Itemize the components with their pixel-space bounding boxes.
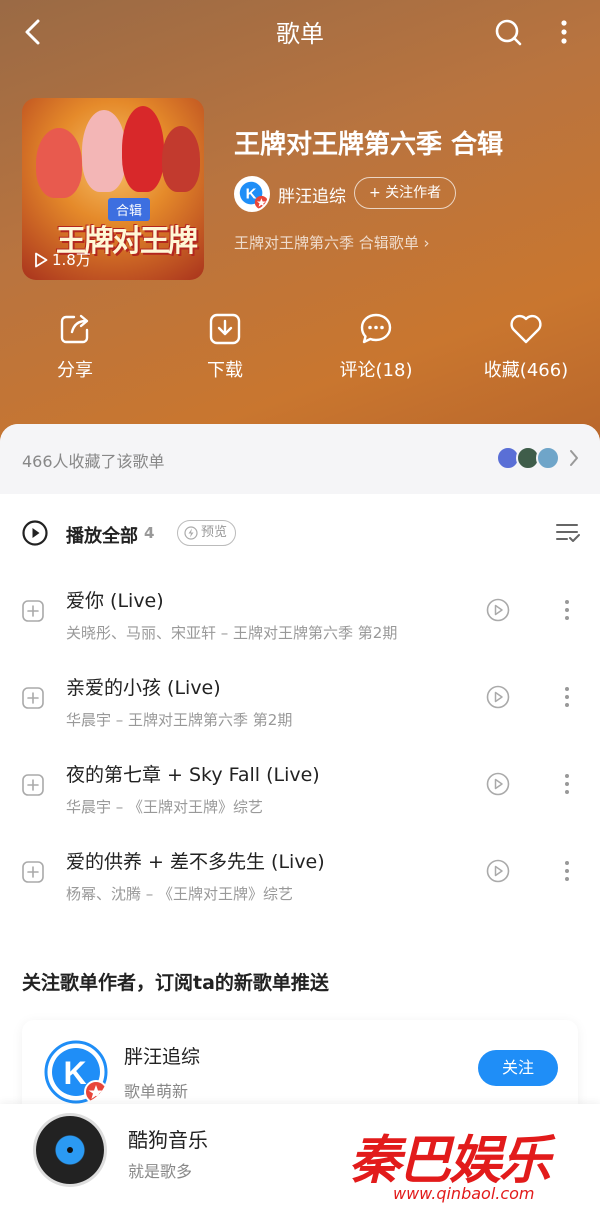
favorites-text: 466人收藏了该歌单 xyxy=(22,452,165,471)
play-mv-icon[interactable] xyxy=(486,598,510,622)
preview-button[interactable]: 预览 xyxy=(177,520,237,546)
play-mv-icon[interactable] xyxy=(486,772,510,796)
watermark-url: www.qinbaol.com xyxy=(393,1184,535,1203)
avatar xyxy=(536,446,560,470)
song-meta: 杨幂、沈腾 – 《王牌对王牌》综艺 xyxy=(66,885,294,903)
action-bar: 分享 下载 评论(18) 收藏(466) xyxy=(0,312,600,392)
song-title: 爱的供养 + 差不多先生 (Live) xyxy=(66,851,325,873)
play-mv-icon[interactable] xyxy=(486,859,510,883)
song-title: 爱你 (Live) xyxy=(66,590,164,612)
cover-figure xyxy=(162,126,200,192)
song-meta: 关晓彤、马丽、宋亚轩 – 王牌对王牌第六季 第2期 xyxy=(66,624,398,642)
download-icon xyxy=(209,313,241,345)
comment-label: 评论(18) xyxy=(339,360,413,381)
play-circle-icon[interactable] xyxy=(22,520,48,546)
album-disc[interactable] xyxy=(36,1116,104,1184)
svg-text:K: K xyxy=(246,186,257,203)
author-card-avatar[interactable]: K xyxy=(44,1040,108,1104)
playlist-cover[interactable]: 合辑 王牌对王牌 1.8万 xyxy=(22,98,204,280)
top-bar: 歌单 xyxy=(0,0,600,64)
cover-figure xyxy=(36,128,82,198)
share-button[interactable]: 分享 xyxy=(0,312,150,382)
follow-button[interactable]: 关注 xyxy=(478,1050,558,1086)
author-card-name: 胖汪追综 xyxy=(124,1046,201,1068)
favorite-button[interactable]: 收藏(466) xyxy=(451,312,600,382)
author-name[interactable]: 胖汪追综 xyxy=(278,182,346,207)
add-to-queue-icon[interactable] xyxy=(22,774,44,796)
song-row[interactable]: 爱的供养 + 差不多先生 (Live) 杨幂、沈腾 – 《王牌对王牌》综艺 xyxy=(0,833,600,913)
multi-select-list-icon[interactable] xyxy=(556,520,580,544)
watermark: 秦巴娱乐 www.qinbaol.com xyxy=(345,1118,600,1206)
author-avatar[interactable]: K xyxy=(234,176,270,212)
content-sheet: 466人收藏了该歌单 播放全部 4 预览 爱你 (Live) 关晓彤、马丽、宋亚… xyxy=(0,424,600,1206)
cover-figure xyxy=(122,106,164,192)
share-icon xyxy=(60,314,89,344)
share-label: 分享 xyxy=(57,360,93,381)
lightning-icon xyxy=(184,526,198,540)
download-label: 下载 xyxy=(207,360,243,381)
song-meta: 华晨宇 – 《王牌对王牌》综艺 xyxy=(66,798,264,816)
play-count-value: 1.8万 xyxy=(52,251,91,269)
playlist-source-link[interactable]: 王牌对王牌第六季 合辑歌单 › xyxy=(234,232,430,253)
favorites-row[interactable]: 466人收藏了该歌单 xyxy=(0,424,600,494)
preview-label: 预览 xyxy=(201,525,228,540)
more-options-icon[interactable] xyxy=(558,685,576,709)
more-vertical-icon[interactable] xyxy=(552,16,576,48)
favorite-label: 收藏(466) xyxy=(483,360,569,381)
song-row[interactable]: 夜的第七章 + Sky Fall (Live) 华晨宇 – 《王牌对王牌》综艺 xyxy=(0,746,600,826)
play-mv-icon[interactable] xyxy=(486,685,510,709)
author-card-desc: 歌单萌新 xyxy=(124,1082,189,1101)
add-to-queue-icon[interactable] xyxy=(22,861,44,883)
song-row[interactable]: 爱你 (Live) 关晓彤、马丽、宋亚轩 – 王牌对王牌第六季 第2期 xyxy=(0,572,600,652)
heart-icon xyxy=(510,314,542,344)
song-title: 亲爱的小孩 (Live) xyxy=(66,677,221,699)
add-to-queue-icon[interactable] xyxy=(22,687,44,709)
svg-text:K: K xyxy=(63,1055,86,1091)
follow-author-button[interactable]: + 关注作者 xyxy=(354,177,457,209)
search-icon[interactable] xyxy=(492,16,524,48)
cover-figure xyxy=(82,110,126,192)
disc-hole xyxy=(67,1147,73,1153)
follow-section-heading: 关注歌单作者，订阅ta的新歌单推送 xyxy=(22,972,329,994)
playlist-header: 歌单 合辑 王牌对王牌 1.8万 王牌对王牌第六季 合辑 K 胖汪追综 + 关注… xyxy=(0,0,600,450)
more-options-icon[interactable] xyxy=(558,598,576,622)
more-options-icon[interactable] xyxy=(558,772,576,796)
song-count: 4 xyxy=(144,524,155,542)
song-meta: 华晨宇 – 王牌对王牌第六季 第2期 xyxy=(66,711,293,729)
comment-button[interactable]: 评论(18) xyxy=(301,312,451,382)
mini-player[interactable]: 酷狗音乐 就是歌多 秦巴娱乐 www.qinbaol.com xyxy=(0,1104,600,1206)
playlist-title: 王牌对王牌第六季 合辑 xyxy=(234,130,504,160)
play-all-row: 播放全部 4 预览 xyxy=(0,512,600,556)
play-outline-icon xyxy=(35,252,48,267)
song-row[interactable]: 亲爱的小孩 (Live) 华晨宇 – 王牌对王牌第六季 第2期 xyxy=(0,659,600,739)
player-subtitle: 就是歌多 xyxy=(128,1162,193,1181)
song-title: 夜的第七章 + Sky Fall (Live) xyxy=(66,764,320,786)
chevron-right-icon xyxy=(570,450,578,466)
play-all-button[interactable]: 播放全部 xyxy=(66,522,138,548)
player-title: 酷狗音乐 xyxy=(128,1128,208,1152)
more-options-icon[interactable] xyxy=(558,859,576,883)
add-to-queue-icon[interactable] xyxy=(22,600,44,622)
comment-icon xyxy=(360,313,392,344)
download-button[interactable]: 下载 xyxy=(150,312,300,382)
watermark-brand: 秦巴娱乐 xyxy=(349,1131,551,1191)
play-count: 1.8万 xyxy=(34,249,91,270)
